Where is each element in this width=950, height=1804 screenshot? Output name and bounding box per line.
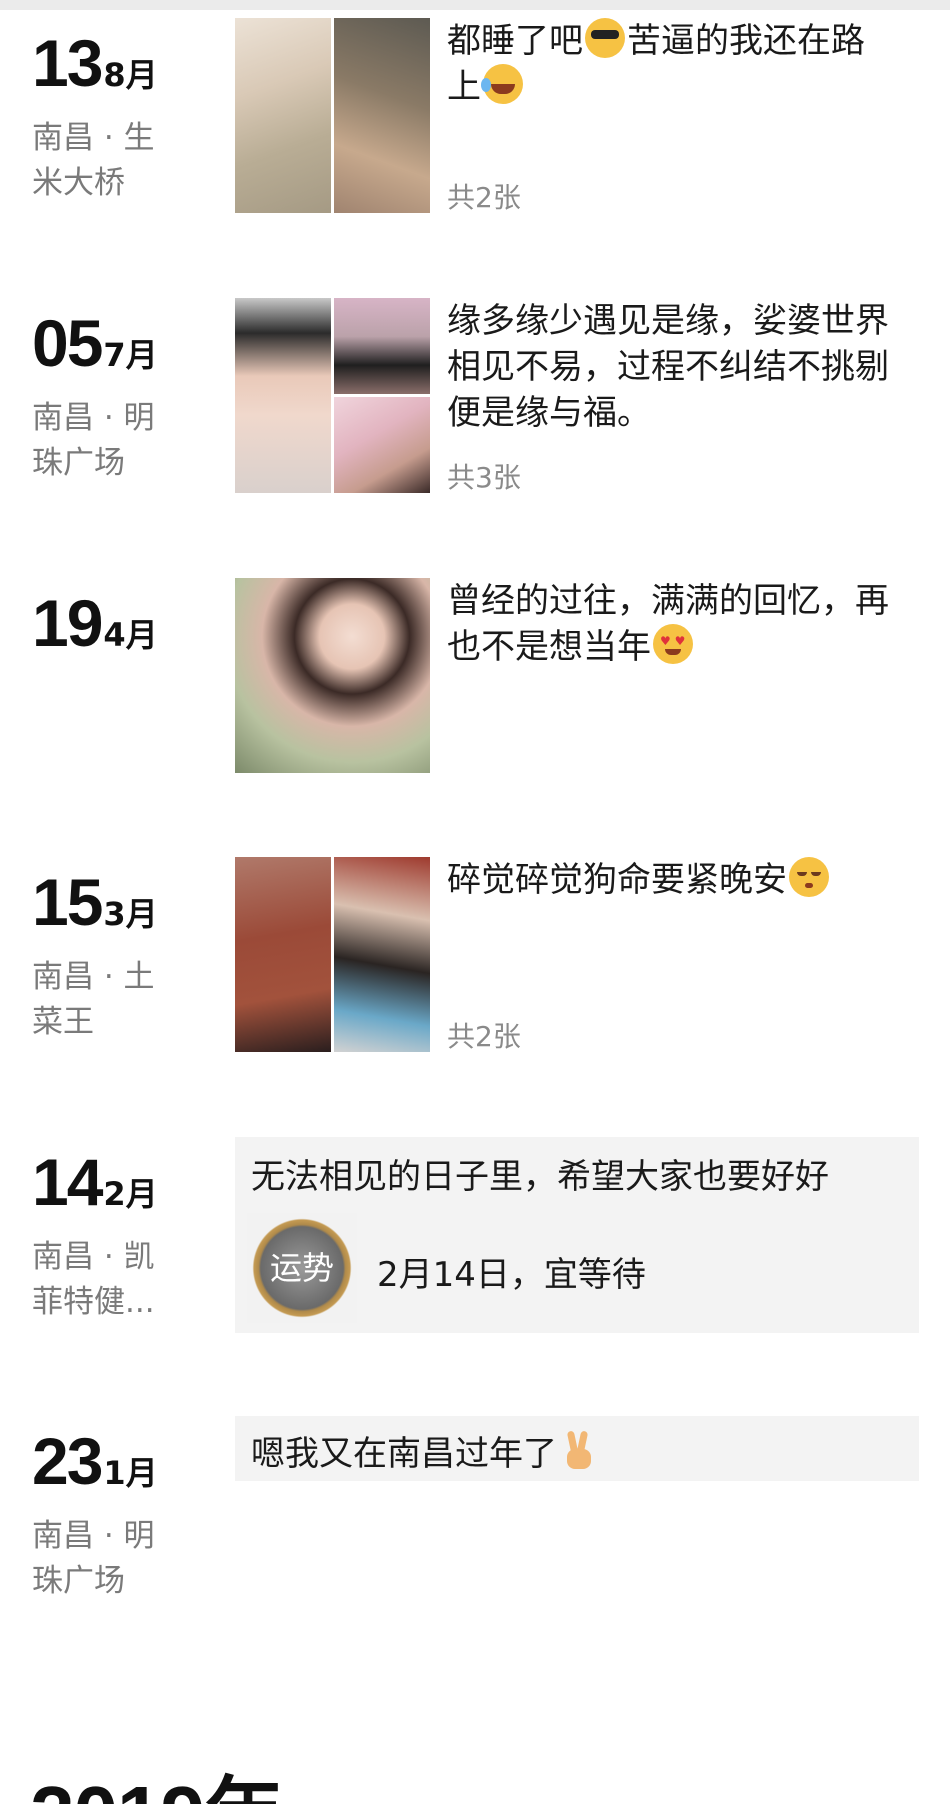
post-date: 194月: [32, 586, 158, 660]
laughing-tears-icon: [481, 64, 523, 104]
post-text-line: 碎觉碎觉狗命要紧晚安: [447, 860, 787, 900]
photo-thumb[interactable]: [334, 298, 430, 394]
photo-thumb[interactable]: [235, 857, 331, 1052]
photo-count: 共3张: [447, 461, 521, 494]
post-photos[interactable]: [235, 578, 430, 773]
location-line: 米大桥: [32, 165, 125, 201]
post-day: 15: [32, 865, 103, 939]
post-text-line: 曾经的过往，满满的回忆，再: [447, 581, 889, 621]
post-photos[interactable]: [235, 298, 430, 493]
post-location[interactable]: 南昌 · 明珠广场: [32, 1514, 182, 1604]
post-month: 2月: [103, 1175, 158, 1213]
post-location[interactable]: 南昌 · 凯菲特健...: [32, 1235, 182, 1325]
location-line: 南昌 · 明: [32, 1518, 155, 1554]
location-line: 菜王: [32, 1004, 94, 1040]
post-month: 8月: [103, 56, 158, 94]
post-month: 1月: [103, 1454, 158, 1492]
share-title: 2月14日，宜等待: [377, 1255, 646, 1295]
location-line: 珠广场: [32, 445, 125, 481]
location-line: 南昌 · 生: [32, 120, 155, 156]
victory-hand-icon: [561, 1430, 597, 1471]
post-day: 14: [32, 1145, 103, 1219]
post-day: 05: [32, 306, 103, 380]
post-text: 嗯我又在南昌过年了: [251, 1426, 597, 1475]
post-location[interactable]: 南昌 · 明珠广场: [32, 396, 182, 486]
location-line: 南昌 · 明: [32, 400, 155, 436]
year-header: 2019年: [30, 1750, 284, 1804]
post-date: 231月: [32, 1424, 158, 1498]
photo-thumb[interactable]: [235, 298, 331, 493]
share-thumb-label: 运势: [269, 1249, 334, 1287]
post-text-line: 缘多缘少遇见是缘，娑婆世界: [447, 301, 889, 341]
post-date: 138月: [32, 26, 158, 100]
post-day: 23: [32, 1424, 103, 1498]
sleepy-face-icon: [789, 857, 829, 897]
post-text-line: 都睡了吧: [447, 21, 583, 61]
post-day: 19: [32, 586, 103, 660]
post-text-line: 也不是想当年: [447, 627, 651, 667]
post-month: 3月: [103, 895, 158, 933]
share-caption: 无法相见的日子里，希望大家也要好好: [251, 1157, 829, 1197]
post-location[interactable]: 南昌 · 生米大桥: [32, 116, 182, 206]
post-text-line: 便是缘与福。: [447, 393, 651, 433]
post-text-line: 相见不易，过程不纠结不挑剔: [447, 347, 889, 387]
post-text[interactable]: 碎觉碎觉狗命要紧晚安: [447, 857, 917, 903]
post-text[interactable]: 都睡了吧 苦逼的我还在路 上: [447, 18, 917, 110]
post-photos[interactable]: [235, 857, 430, 1052]
post-text[interactable]: 缘多缘少遇见是缘，娑婆世界 相见不易，过程不纠结不挑剔 便是缘与福。: [447, 298, 917, 436]
location-line: 菲特健...: [32, 1284, 155, 1320]
post-text-line: 上: [447, 67, 481, 107]
post-photos[interactable]: [235, 18, 430, 213]
photo-thumb[interactable]: [334, 18, 430, 213]
cool-face-icon: [585, 18, 625, 58]
top-status-strip: [0, 0, 950, 10]
location-line: 珠广场: [32, 1563, 125, 1599]
post-month: 4月: [103, 616, 158, 654]
post-date: 142月: [32, 1145, 158, 1219]
location-line: 南昌 · 土: [32, 959, 155, 995]
photo-count: 共2张: [447, 1020, 521, 1053]
photo-count: 共2张: [447, 181, 521, 214]
photo-thumb[interactable]: [235, 18, 331, 213]
photo-thumb[interactable]: [334, 857, 430, 1052]
photo-thumb[interactable]: [334, 397, 430, 493]
fortune-badge-icon: 运势: [249, 1215, 355, 1321]
post-location[interactable]: 南昌 · 土菜王: [32, 955, 182, 1045]
post-day: 13: [32, 26, 103, 100]
post-text[interactable]: 曾经的过往，满满的回忆，再 也不是想当年 ♥ ♥: [447, 578, 917, 670]
photo-thumb[interactable]: [235, 578, 430, 773]
post-text-line: 苦逼的我还在路: [627, 21, 865, 61]
post-month: 7月: [103, 336, 158, 374]
post-date: 057月: [32, 306, 158, 380]
location-line: 南昌 · 凯: [32, 1239, 155, 1275]
heart-eyes-icon: ♥ ♥: [653, 624, 693, 664]
post-date: 153月: [32, 865, 158, 939]
text-post-card[interactable]: 嗯我又在南昌过年了: [235, 1416, 919, 1481]
post-text-line: 嗯我又在南昌过年了: [251, 1434, 557, 1474]
share-thumbnail: 运势: [247, 1213, 357, 1323]
shared-article-card[interactable]: 无法相见的日子里，希望大家也要好好 运势 2月14日，宜等待: [235, 1137, 919, 1333]
